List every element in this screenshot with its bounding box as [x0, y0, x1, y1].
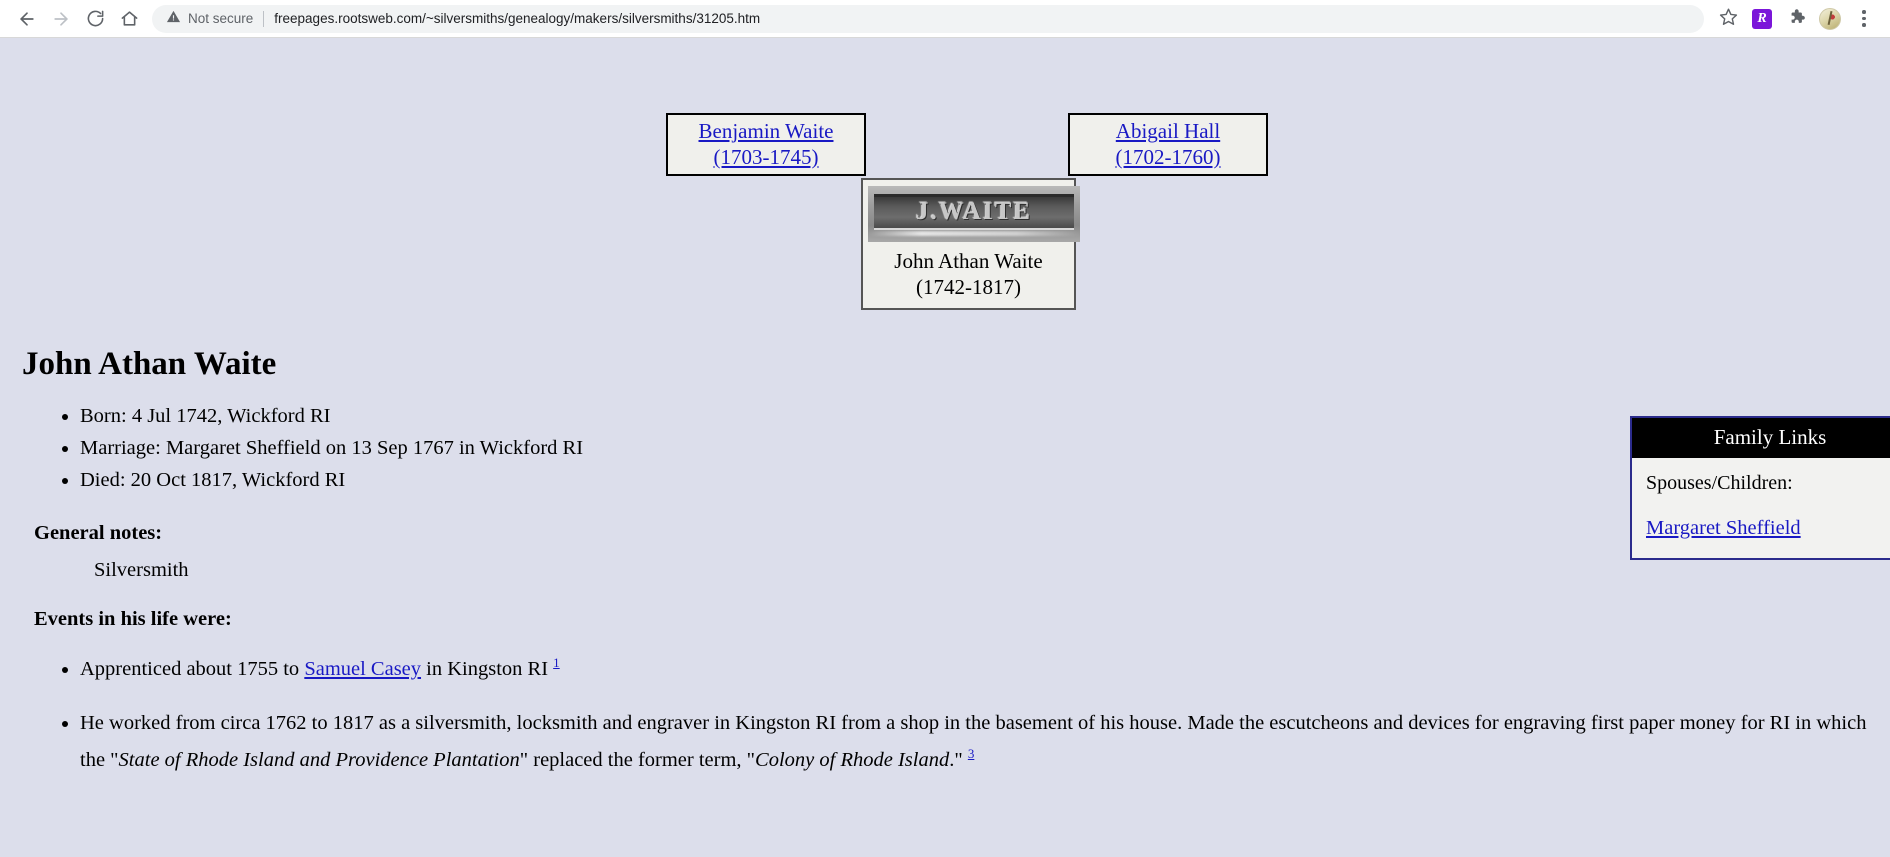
father-years-link[interactable]: (1703-1745): [678, 145, 854, 171]
family-tree: Benjamin Waite (1703-1745) Abigail Hall …: [0, 38, 1890, 310]
family-links-body: Spouses/Children: Margaret Sheffield: [1632, 458, 1890, 558]
back-button[interactable]: [10, 2, 44, 36]
rootsweb-extension-button[interactable]: R: [1746, 3, 1778, 35]
general-notes-heading: General notes:: [34, 522, 163, 545]
puzzle-piece-icon: [1787, 7, 1806, 31]
self-name: John Athan Waite: [894, 249, 1043, 273]
article-body: John Athan Waite Born: 4 Jul 1742, Wickf…: [0, 346, 1890, 776]
forward-button[interactable]: [44, 2, 78, 36]
tree-box-mother[interactable]: Abigail Hall (1702-1760): [1068, 113, 1268, 177]
list-item-event-apprenticeship: Apprenticed about 1755 to Samuel Casey i…: [80, 649, 1890, 686]
page-viewport: Benjamin Waite (1703-1745) Abigail Hall …: [0, 38, 1890, 857]
reload-button[interactable]: [78, 2, 112, 36]
profile-button[interactable]: [1814, 3, 1846, 35]
event1-text-before: Apprenticed about 1755 to: [80, 658, 305, 681]
profile-avatar-icon: [1819, 7, 1841, 30]
father-name: Benjamin Waite: [698, 119, 834, 143]
list-item-marriage: Marriage: Margaret Sheffield on 13 Sep 1…: [80, 433, 1890, 465]
hallmark-stamp-text: J.WAITE: [915, 198, 1033, 226]
mother-years: (1702-1760): [1115, 144, 1221, 169]
self-years: (1742-1817): [916, 275, 1021, 300]
family-links-panel: Family Links Spouses/Children: Margaret …: [1630, 416, 1890, 560]
hallmark-cartouche: J.WAITE: [874, 193, 1074, 230]
event2-italic-colony-name: Colony of Rhode Island: [755, 748, 950, 771]
tree-box-self: J.WAITE John Athan Waite (1742-1817): [861, 178, 1080, 310]
reload-icon: [86, 9, 105, 28]
mother-name: Abigail Hall: [1115, 119, 1221, 143]
mother-years-link[interactable]: (1702-1760): [1080, 145, 1256, 171]
vital-facts-list: Born: 4 Jul 1742, Wickford RI Marriage: …: [22, 401, 1890, 496]
bookmark-button[interactable]: [1712, 3, 1744, 35]
general-notes-body: Silversmith: [94, 559, 189, 582]
letter-r-extension-icon: R: [1752, 8, 1772, 29]
not-secure-warning-icon: [166, 9, 181, 29]
list-item-born: Born: 4 Jul 1742, Wickford RI: [80, 401, 1890, 433]
spouses-children-label: Spouses/Children:: [1646, 472, 1793, 494]
security-status-label: Not secure: [188, 11, 254, 26]
browser-toolbar: Not secure freepages.rootsweb.com/~silve…: [0, 0, 1890, 38]
father-years: (1703-1745): [713, 144, 819, 169]
url-text: freepages.rootsweb.com/~silversmiths/gen…: [274, 11, 761, 26]
samuel-casey-link[interactable]: Samuel Casey: [304, 658, 421, 680]
event2-text-part2: " replaced the former term, ": [519, 748, 756, 771]
back-arrow-icon: [17, 9, 37, 29]
events-list: Apprenticed about 1755 to Samuel Casey i…: [22, 649, 1890, 776]
extensions-button[interactable]: [1780, 3, 1812, 35]
spouse-link-margaret-sheffield[interactable]: Margaret Sheffield: [1646, 517, 1801, 540]
silversmith-hallmark-image: J.WAITE: [868, 186, 1080, 242]
address-bar[interactable]: Not secure freepages.rootsweb.com/~silve…: [152, 4, 1704, 33]
home-icon: [120, 9, 139, 28]
family-links-title: Family Links: [1632, 418, 1890, 458]
tree-box-father[interactable]: Benjamin Waite (1703-1745): [666, 113, 866, 177]
events-heading: Events in his life were:: [34, 608, 232, 631]
three-dot-menu-icon: [1862, 10, 1866, 27]
list-item-died: Died: 20 Oct 1817, Wickford RI: [80, 465, 1890, 497]
event2-text-part3: .": [949, 748, 968, 771]
father-link[interactable]: Benjamin Waite: [678, 119, 854, 145]
mother-link[interactable]: Abigail Hall: [1080, 119, 1256, 145]
event2-italic-state-name: State of Rhode Island and Providence Pla…: [118, 748, 520, 771]
home-button[interactable]: [112, 2, 146, 36]
browser-action-icons: R: [1712, 3, 1880, 35]
list-item-event-career: He worked from circa 1762 to 1817 as a s…: [80, 708, 1890, 776]
page-title: John Athan Waite: [22, 346, 277, 382]
footnote-3-link[interactable]: 3: [968, 746, 975, 761]
star-icon: [1719, 7, 1738, 31]
chrome-menu-button[interactable]: [1848, 3, 1880, 35]
footnote-1-link[interactable]: 1: [553, 655, 560, 670]
forward-arrow-icon: [51, 9, 71, 29]
hallmark-highlight: [868, 231, 1080, 237]
omnibox-divider: [263, 10, 265, 27]
event1-text-after: in Kingston RI: [421, 658, 554, 681]
